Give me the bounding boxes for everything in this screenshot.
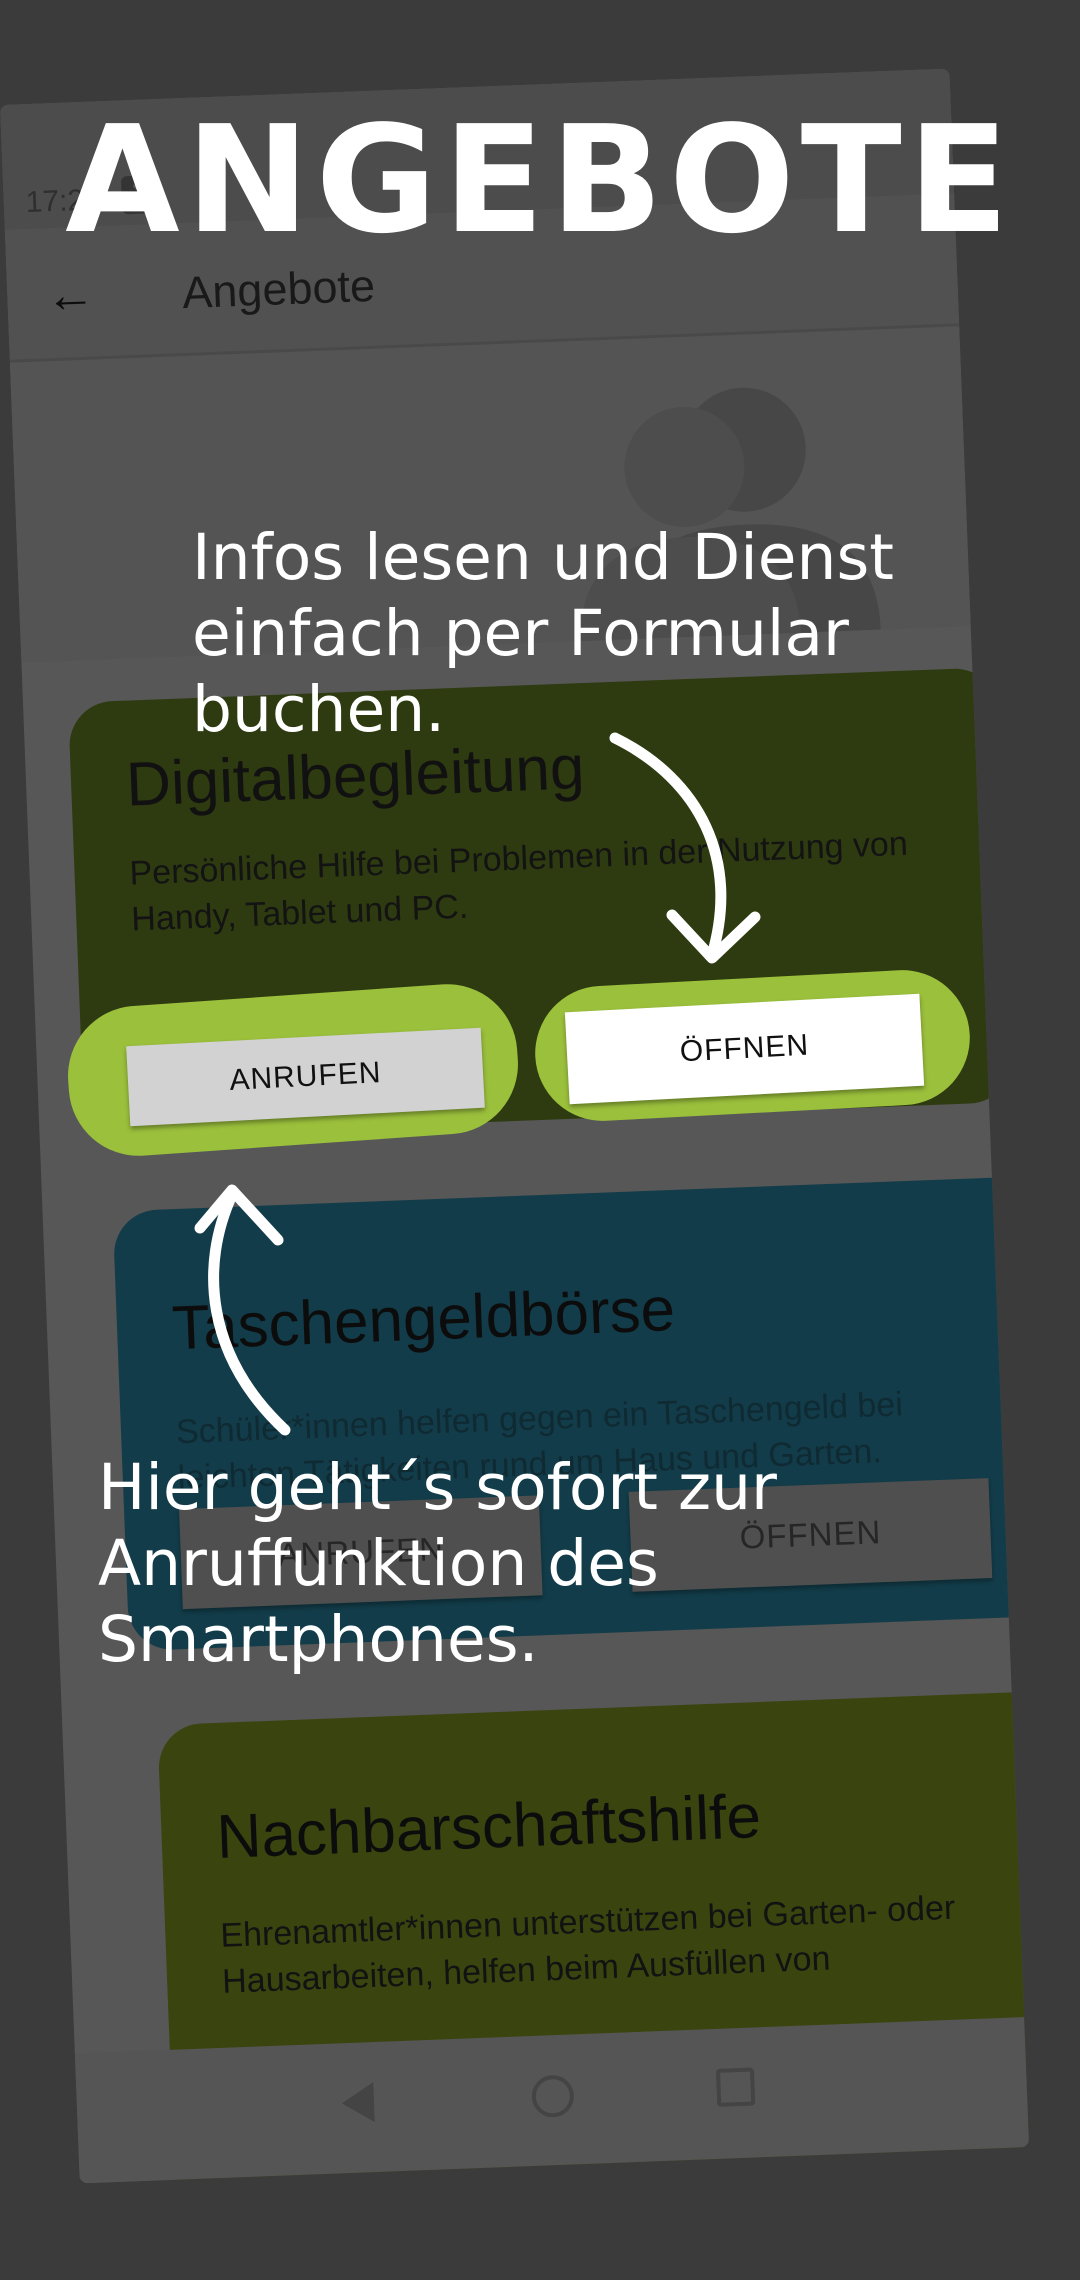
arrow-down-icon bbox=[609, 732, 761, 964]
arrow-up-icon bbox=[194, 1184, 291, 1436]
annotation-arrows bbox=[194, 732, 761, 1436]
